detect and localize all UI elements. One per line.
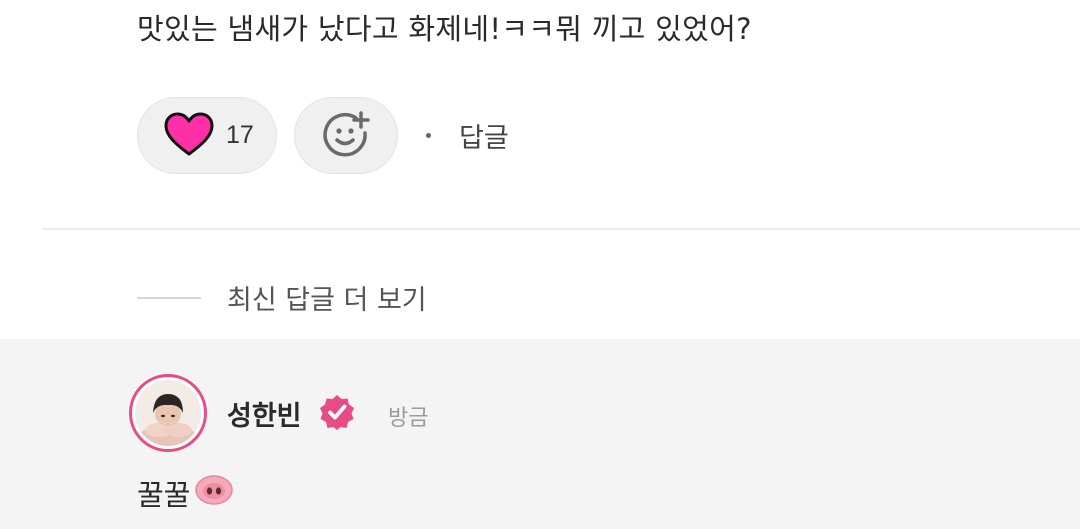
add-reaction-button[interactable] [294,97,398,174]
reply-text: 꿀꿀 [137,472,234,514]
add-emoji-icon [321,109,371,163]
comment-text: 맛있는 냄새가 났다고 화제네!ㅋㅋ뭐 끼고 있었어? [137,12,752,46]
pig-nose-icon [194,474,234,513]
more-replies-line [137,296,201,299]
reply-author-name[interactable]: 성한빈 [227,394,302,433]
more-replies-label: 최신 답글 더 보기 [227,285,427,316]
separator-dot [426,133,431,138]
heart-icon [164,112,214,160]
verified-badge-icon [318,393,356,431]
divider [42,228,1080,230]
more-replies-button[interactable]: 최신 답글 더 보기 [137,278,427,317]
reply-item: 성한빈 방금 꿀꿀 [0,339,1080,529]
like-button[interactable]: 17 [137,97,277,174]
like-count: 17 [226,121,254,149]
avatar[interactable] [129,374,207,452]
reply-timestamp: 방금 [388,406,429,431]
reply-text-content: 꿀꿀 [137,478,191,512]
comment-actions: 17 답글 [137,97,509,174]
reply-button[interactable]: 답글 [459,116,509,155]
